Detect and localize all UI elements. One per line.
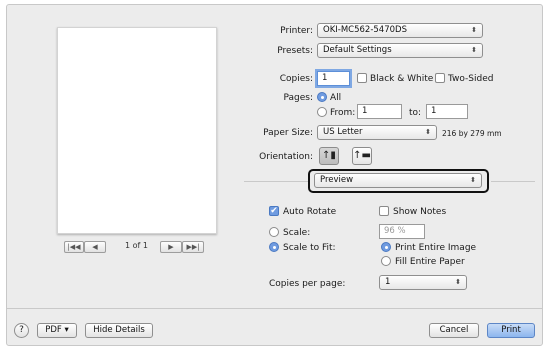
copies-per-page-select[interactable]: 1 ⬍: [379, 275, 467, 290]
two-sided-label: Two-Sided: [448, 74, 494, 84]
pages-all-label: All: [330, 93, 342, 103]
section-select-highlight: Preview ⬍: [308, 169, 489, 193]
auto-rotate-checkbox[interactable]: ✔: [269, 206, 279, 216]
popup-arrows-icon: ⬍: [455, 278, 461, 286]
fill-entire-paper-label: Fill Entire Paper: [395, 257, 465, 267]
popup-arrows-icon: ⬍: [470, 176, 476, 184]
landscape-icon: ↑▬: [353, 150, 371, 161]
pdf-button[interactable]: PDF ▾: [37, 323, 77, 338]
scale-to-fit-label: Scale to Fit:: [283, 243, 336, 253]
printer-select[interactable]: OKI-MC562-5470DS ⬍: [317, 23, 483, 38]
show-notes-label: Show Notes: [393, 207, 447, 217]
help-button[interactable]: ?: [14, 323, 29, 338]
cancel-button[interactable]: Cancel: [429, 323, 479, 338]
scale-label: Scale:: [283, 228, 311, 238]
pages-label: Pages:: [283, 93, 313, 103]
pages-to-label: to:: [409, 108, 422, 118]
print-button[interactable]: Print: [487, 323, 535, 338]
paper-dimensions: 216 by 279 mm: [442, 129, 502, 138]
show-notes-checkbox[interactable]: [379, 206, 389, 216]
black-white-label: Black & White: [370, 74, 434, 84]
last-page-button[interactable]: ▶▶|: [182, 241, 204, 253]
presets-label: Presets:: [277, 46, 313, 56]
print-dialog: |◀◀ ◀ 1 of 1 ▶ ▶▶| Printer: OKI-MC562-54…: [6, 4, 543, 346]
copies-field[interactable]: 1: [317, 71, 350, 86]
next-page-button[interactable]: ▶: [160, 241, 182, 253]
popup-arrows-icon: ⬍: [471, 26, 477, 34]
presets-select[interactable]: Default Settings ⬍: [317, 43, 483, 58]
portrait-icon: ↑▮: [322, 150, 336, 161]
first-page-button[interactable]: |◀◀: [64, 241, 84, 253]
footer-divider: [7, 308, 542, 309]
section-divider-left: [244, 181, 308, 182]
scale-radio[interactable]: [269, 227, 279, 237]
popup-arrows-icon: ⬍: [471, 46, 477, 54]
scale-field[interactable]: 96 %: [379, 224, 425, 239]
print-entire-image-radio[interactable]: [381, 242, 391, 252]
paper-size-value: US Letter: [323, 127, 363, 137]
print-entire-image-label: Print Entire Image: [395, 243, 477, 253]
portrait-orientation-button[interactable]: ↑▮: [319, 147, 339, 165]
paper-size-select[interactable]: US Letter ⬍: [317, 125, 437, 140]
pages-to-field[interactable]: 1: [426, 104, 468, 119]
pages-all-radio[interactable]: [317, 92, 327, 102]
section-select[interactable]: Preview ⬍: [314, 173, 482, 188]
copies-per-page-label: Copies per page:: [269, 279, 346, 289]
page-count: 1 of 1: [125, 241, 148, 250]
page-preview: [57, 27, 217, 234]
previous-page-button[interactable]: ◀: [84, 241, 106, 253]
presets-value: Default Settings: [323, 45, 392, 55]
copies-per-page-value: 1: [385, 277, 391, 287]
pages-from-field[interactable]: 1: [357, 104, 402, 119]
section-divider-right: [491, 181, 535, 182]
black-white-checkbox[interactable]: [357, 73, 367, 83]
landscape-orientation-button[interactable]: ↑▬: [352, 147, 372, 165]
copies-label: Copies:: [279, 74, 313, 84]
checkmark-icon: ✔: [270, 206, 278, 216]
hide-details-button[interactable]: Hide Details: [85, 323, 153, 338]
pages-from-radio[interactable]: [317, 107, 327, 117]
printer-value: OKI-MC562-5470DS: [323, 25, 407, 35]
popup-arrows-icon: ⬍: [425, 128, 431, 136]
pages-from-label: From:: [330, 108, 356, 118]
auto-rotate-label: Auto Rotate: [283, 207, 337, 217]
two-sided-checkbox[interactable]: [435, 73, 445, 83]
fill-entire-paper-radio[interactable]: [381, 256, 391, 266]
section-value: Preview: [320, 175, 354, 185]
scale-to-fit-radio[interactable]: [269, 242, 279, 252]
printer-label: Printer:: [280, 26, 313, 36]
orientation-label: Orientation:: [259, 152, 313, 162]
paper-size-label: Paper Size:: [263, 128, 313, 138]
